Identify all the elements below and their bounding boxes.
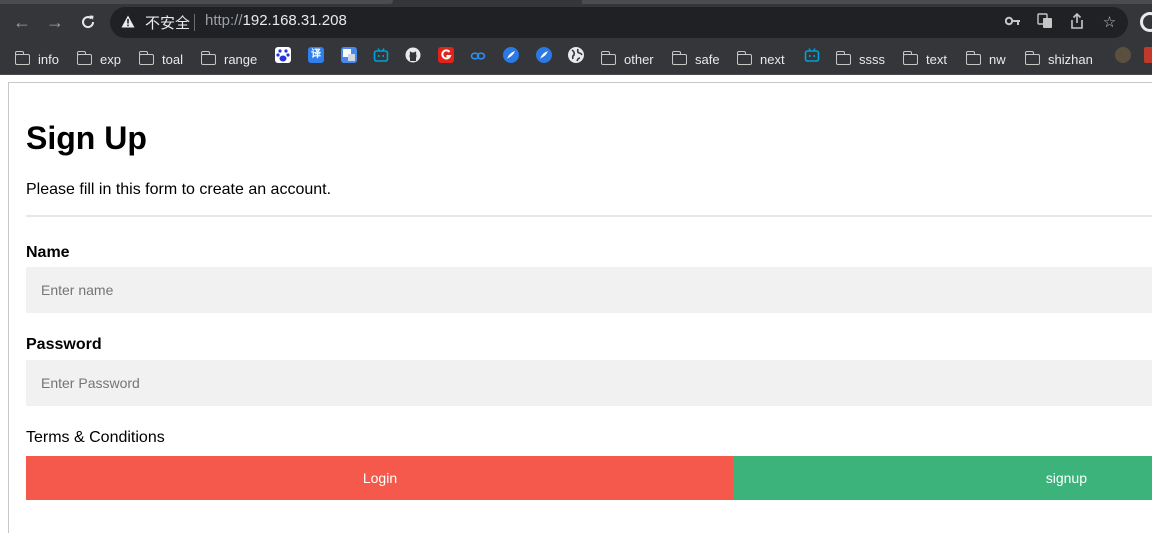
bookmark-label: next [760,51,785,67]
folder-icon [600,50,616,65]
bilibili-icon[interactable] [373,47,389,63]
name-input[interactable] [26,267,1152,313]
security-label[interactable]: 不安全 [145,12,190,33]
tab-strip [582,0,1152,4]
translate-icon[interactable]: 译 [308,47,324,63]
terms-link[interactable]: Terms & Conditions [26,429,165,447]
name-label: Name [26,244,70,261]
address-bar[interactable]: 不安全 http://192.168.31.208 ☆ [110,7,1128,38]
bookmark-label: range [224,51,258,67]
password-label: Password [26,336,102,353]
form-subtitle: Please fill in this form to create an ac… [26,181,332,198]
folder-icon [76,50,92,65]
github-icon[interactable] [405,47,421,63]
folder-icon [835,50,851,65]
folder-icon [1024,50,1040,65]
share-icon[interactable] [1067,12,1086,32]
bookmark-folder-ssss[interactable]: ssss [835,48,885,70]
signup-button[interactable]: signup [734,456,1152,500]
reload-button[interactable] [75,9,101,35]
arrow-left-icon: ← [13,12,31,32]
google-translate-icon[interactable] [341,47,357,63]
bookmark-folder-nw[interactable]: nw [965,48,1006,70]
feather-icon[interactable] [536,47,552,63]
bookmark-folder-next[interactable]: next [736,48,785,70]
bookmark-label: ssss [859,51,885,67]
cloud-icon[interactable] [470,47,486,63]
bilibili-icon[interactable] [804,47,820,63]
bookmark-label: nw [989,51,1006,67]
bookmark-folder-toal[interactable]: toal [138,48,183,70]
url-scheme: http:// [205,12,243,29]
address-divider [194,14,195,31]
url-host: 192.168.31.208 [242,12,347,29]
bookmark-label: text [926,51,947,67]
profile-icon[interactable] [1140,12,1152,32]
folder-icon [14,50,30,65]
globe-icon[interactable] [568,47,584,63]
feather-icon[interactable] [503,47,519,63]
extension-icon[interactable] [1115,47,1131,63]
bookmark-folder-shizhan[interactable]: shizhan [1024,48,1093,70]
bookmark-folder-text[interactable]: text [902,48,947,70]
arrow-right-icon: → [46,12,64,32]
star-icon[interactable]: ☆ [1100,13,1119,32]
reload-icon [82,15,95,29]
folder-icon [902,50,918,65]
bookmark-folder-exp[interactable]: exp [76,48,121,70]
baidu-icon[interactable] [275,47,291,63]
g-icon[interactable] [438,47,454,63]
tab-strip [0,0,393,4]
bookmark-label: other [624,51,654,67]
login-button[interactable]: Login [26,456,734,500]
translate-page-icon[interactable] [1035,13,1054,32]
bookmark-label: shizhan [1048,51,1093,67]
bookmark-folder-range[interactable]: range [200,48,258,70]
folder-icon [200,50,216,65]
password-input[interactable] [26,360,1152,406]
bookmark-label: toal [162,51,183,67]
overflow-icon[interactable] [1144,47,1152,63]
folder-icon [138,50,154,65]
bookmark-label: exp [100,51,121,67]
key-icon[interactable] [1003,13,1022,32]
bookmark-folder-safe[interactable]: safe [671,48,720,70]
url-text[interactable]: http://192.168.31.208 [205,12,347,29]
folder-icon [736,50,752,65]
divider [26,215,1152,217]
bookmark-folder-info[interactable]: info [14,48,59,70]
browser-toolbar: ← → 不安全 http://192.168.31.208 ☆ [0,0,1152,44]
forward-button[interactable]: → [42,9,68,35]
page-title: Sign Up [26,120,147,156]
bookmark-label: info [38,51,59,67]
folder-icon [671,50,687,65]
translate-glyph: 译 [311,49,321,60]
bookmark-folder-other[interactable]: other [600,48,654,70]
bookmark-label: safe [695,51,720,67]
back-button[interactable]: ← [9,9,35,35]
folder-icon [965,50,981,65]
warning-icon [121,15,135,28]
